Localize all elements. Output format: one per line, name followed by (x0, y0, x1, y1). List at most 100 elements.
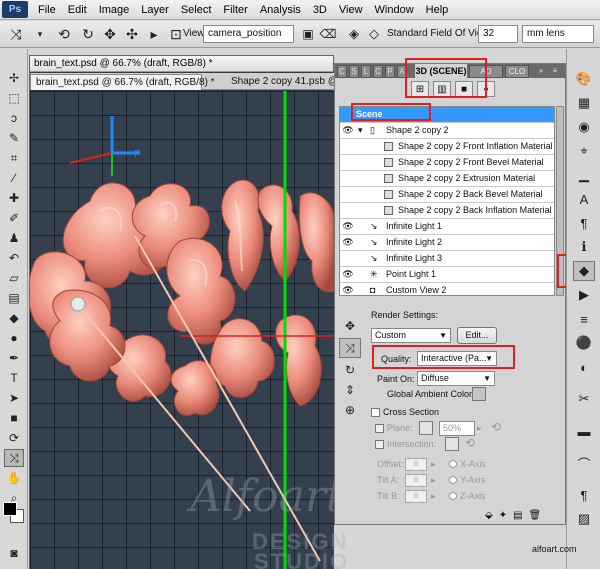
camera-row[interactable]: 👁 ◘ Custom View 2 (340, 283, 554, 295)
z-axis-radio[interactable] (449, 492, 457, 500)
visibility-eye-icon[interactable]: 👁 (342, 123, 354, 138)
gradient-tool-icon[interactable]: ▤ (4, 289, 24, 307)
light-row[interactable]: 👁 ↘ Infinite Light 1 (340, 219, 554, 235)
zoom-camera-icon[interactable]: ▸ (144, 25, 164, 43)
plane-checkbox[interactable] (375, 424, 384, 433)
roll-camera-icon[interactable]: ↻ (78, 25, 98, 43)
pan-camera-icon[interactable]: ✥ (100, 25, 120, 43)
character-icon[interactable]: A (573, 189, 595, 209)
blur-tool-icon[interactable]: ◆ (4, 309, 24, 327)
animation-icon[interactable]: ▶ (573, 285, 595, 305)
eraser-tool-icon[interactable]: ▱ (4, 269, 24, 287)
layer-comps-icon[interactable]: ≡ (573, 309, 595, 329)
material-row[interactable]: Shape 2 copy 2 Front Bevel Material (340, 155, 554, 171)
menu-select[interactable]: Select (175, 4, 218, 16)
fov-input[interactable]: 32 (478, 25, 518, 43)
visibility-eye-icon[interactable]: 👁 (342, 219, 354, 234)
menu-view[interactable]: View (333, 4, 369, 16)
marquee-tool-icon[interactable]: ⬚ (4, 89, 24, 107)
styles-icon[interactable]: ◉ (573, 117, 595, 137)
plane-opacity-field[interactable]: 50% (439, 421, 475, 436)
y-axis-radio[interactable] (449, 476, 457, 484)
quick-mask-icon[interactable]: ◙ (4, 544, 24, 562)
intersection-color-swatch[interactable] (445, 437, 459, 451)
menu-window[interactable]: Window (369, 4, 420, 16)
menu-filter[interactable]: Filter (217, 4, 253, 16)
eyedropper-tool-icon[interactable]: ⁄ (4, 169, 24, 187)
collapsed-panel-tab[interactable]: S (349, 65, 359, 78)
menu-analysis[interactable]: Analysis (254, 4, 307, 16)
3d-camera-orbit-icon[interactable]: ⤨ (339, 338, 361, 358)
pen-tool-icon[interactable]: ✒ (4, 349, 24, 367)
stepper-arrow-icon[interactable]: ▸ (431, 489, 436, 503)
tools-presets-icon[interactable]: ✂ (573, 389, 595, 409)
canvas[interactable]: P Alfoart DESIGN STUDIO (30, 91, 347, 569)
collapsed-panel-tab[interactable]: C (337, 65, 347, 78)
flip-intersection-icon[interactable]: ⟲ (465, 436, 475, 450)
3d-object-rotate-icon[interactable]: ✥ (339, 316, 361, 336)
collapsed-panel-tab[interactable]: C (373, 65, 383, 78)
camera-tool-preset-icon[interactable]: ⤨ (6, 25, 26, 43)
tab-clone[interactable]: CLO (505, 65, 529, 78)
healing-brush-tool-icon[interactable]: ✚ (4, 189, 24, 207)
masks-icon[interactable]: ◐ (573, 357, 595, 377)
lasso-tool-icon[interactable]: ↄ (4, 109, 24, 127)
3d-camera-roll-icon[interactable]: ↻ (339, 360, 361, 380)
brush-tool-icon[interactable]: ✐ (4, 209, 24, 227)
menu-image[interactable]: Image (93, 4, 136, 16)
document-tab-shape-copy[interactable]: Shape 2 copy 41.psb @ (226, 74, 343, 90)
3d-camera-tool-icon[interactable]: ⤨ (4, 449, 24, 467)
info-icon[interactable]: ℹ (573, 237, 595, 257)
delete-view-icon[interactable]: ⌫ (318, 25, 338, 43)
panel-menu-icon[interactable]: ≡ (549, 65, 561, 78)
save-view-icon[interactable]: ▣ (298, 25, 318, 43)
light-row[interactable]: 👁 ↘ Infinite Light 2 (340, 235, 554, 251)
3d-panel-icon[interactable]: ◆ (573, 261, 595, 281)
3d-camera-pan-icon[interactable]: ⇕ (339, 380, 361, 400)
menu-edit[interactable]: Edit (62, 4, 93, 16)
shape-tool-icon[interactable]: ■ (4, 409, 24, 427)
lens-unit-select[interactable]: mm lens (522, 25, 594, 43)
histogram-icon[interactable]: ▁ (573, 165, 595, 185)
type-tool-icon[interactable]: T (4, 369, 24, 387)
channels-icon[interactable]: ▬ (573, 421, 595, 441)
orthographic-camera-icon[interactable]: ◇ (364, 25, 384, 43)
menu-3d[interactable]: 3D (307, 4, 333, 16)
light-row[interactable]: ↘ Infinite Light 3 (340, 251, 554, 267)
material-row[interactable]: Shape 2 copy 2 Back Inflation Material (340, 203, 554, 219)
actions-icon[interactable]: ¶ (573, 485, 595, 505)
flip-plane-icon[interactable]: ⟲ (491, 420, 501, 434)
material-row[interactable]: Shape 2 copy 2 Front Inflation Material (340, 139, 554, 155)
offset-stepper[interactable]: 0 (405, 458, 427, 471)
toggle-lights-icon[interactable]: ✦ (499, 510, 507, 521)
view-select[interactable]: camera_position (203, 25, 294, 43)
collapsed-panel-tab[interactable]: L (361, 65, 371, 78)
visibility-eye-icon[interactable]: 👁 (342, 267, 354, 282)
crop-tool-icon[interactable]: ⌗ (4, 149, 24, 167)
perspective-camera-icon[interactable]: ◈ (344, 25, 364, 43)
3d-camera-zoom-icon[interactable]: ⊕ (339, 400, 361, 420)
mesh-row[interactable]: 👁 ▾ ▯ Shape 2 copy 2 (340, 123, 554, 139)
material-row[interactable]: Shape 2 copy 2 Extrusion Material (340, 171, 554, 187)
history-brush-tool-icon[interactable]: ↶ (4, 249, 24, 267)
visibility-eye-icon[interactable]: 👁 (342, 283, 354, 295)
intersection-checkbox[interactable] (375, 440, 384, 449)
brushes-icon[interactable]: ⚫ (573, 333, 595, 353)
path-select-tool-icon[interactable]: ➤ (4, 389, 24, 407)
menu-help[interactable]: Help (420, 4, 455, 16)
navigator-icon[interactable]: ⌖ (573, 141, 595, 161)
history-icon[interactable]: ▨ (573, 509, 595, 529)
plane-opacity-arrow-icon[interactable]: ▸ (477, 421, 482, 435)
stepper-arrow-icon[interactable]: ▸ (431, 457, 436, 471)
swatches-icon[interactable]: ▦ (573, 93, 595, 113)
walk-camera-icon[interactable]: ✣ (122, 25, 142, 43)
collapse-icon[interactable]: » (535, 65, 547, 78)
new-light-icon[interactable]: ▤ (513, 510, 522, 521)
hand-tool-icon[interactable]: ✋ (4, 469, 24, 487)
menu-layer[interactable]: Layer (135, 4, 175, 16)
x-axis-radio[interactable] (449, 460, 457, 468)
paint-on-select[interactable]: Diffuse ▼ (417, 371, 495, 386)
dodge-tool-icon[interactable]: ● (4, 329, 24, 347)
document-tab-brain-text[interactable]: brain_text.psd @ 66.7% (draft, RGB/8) * (30, 74, 215, 90)
orbit-camera-icon[interactable]: ⟲ (54, 25, 74, 43)
